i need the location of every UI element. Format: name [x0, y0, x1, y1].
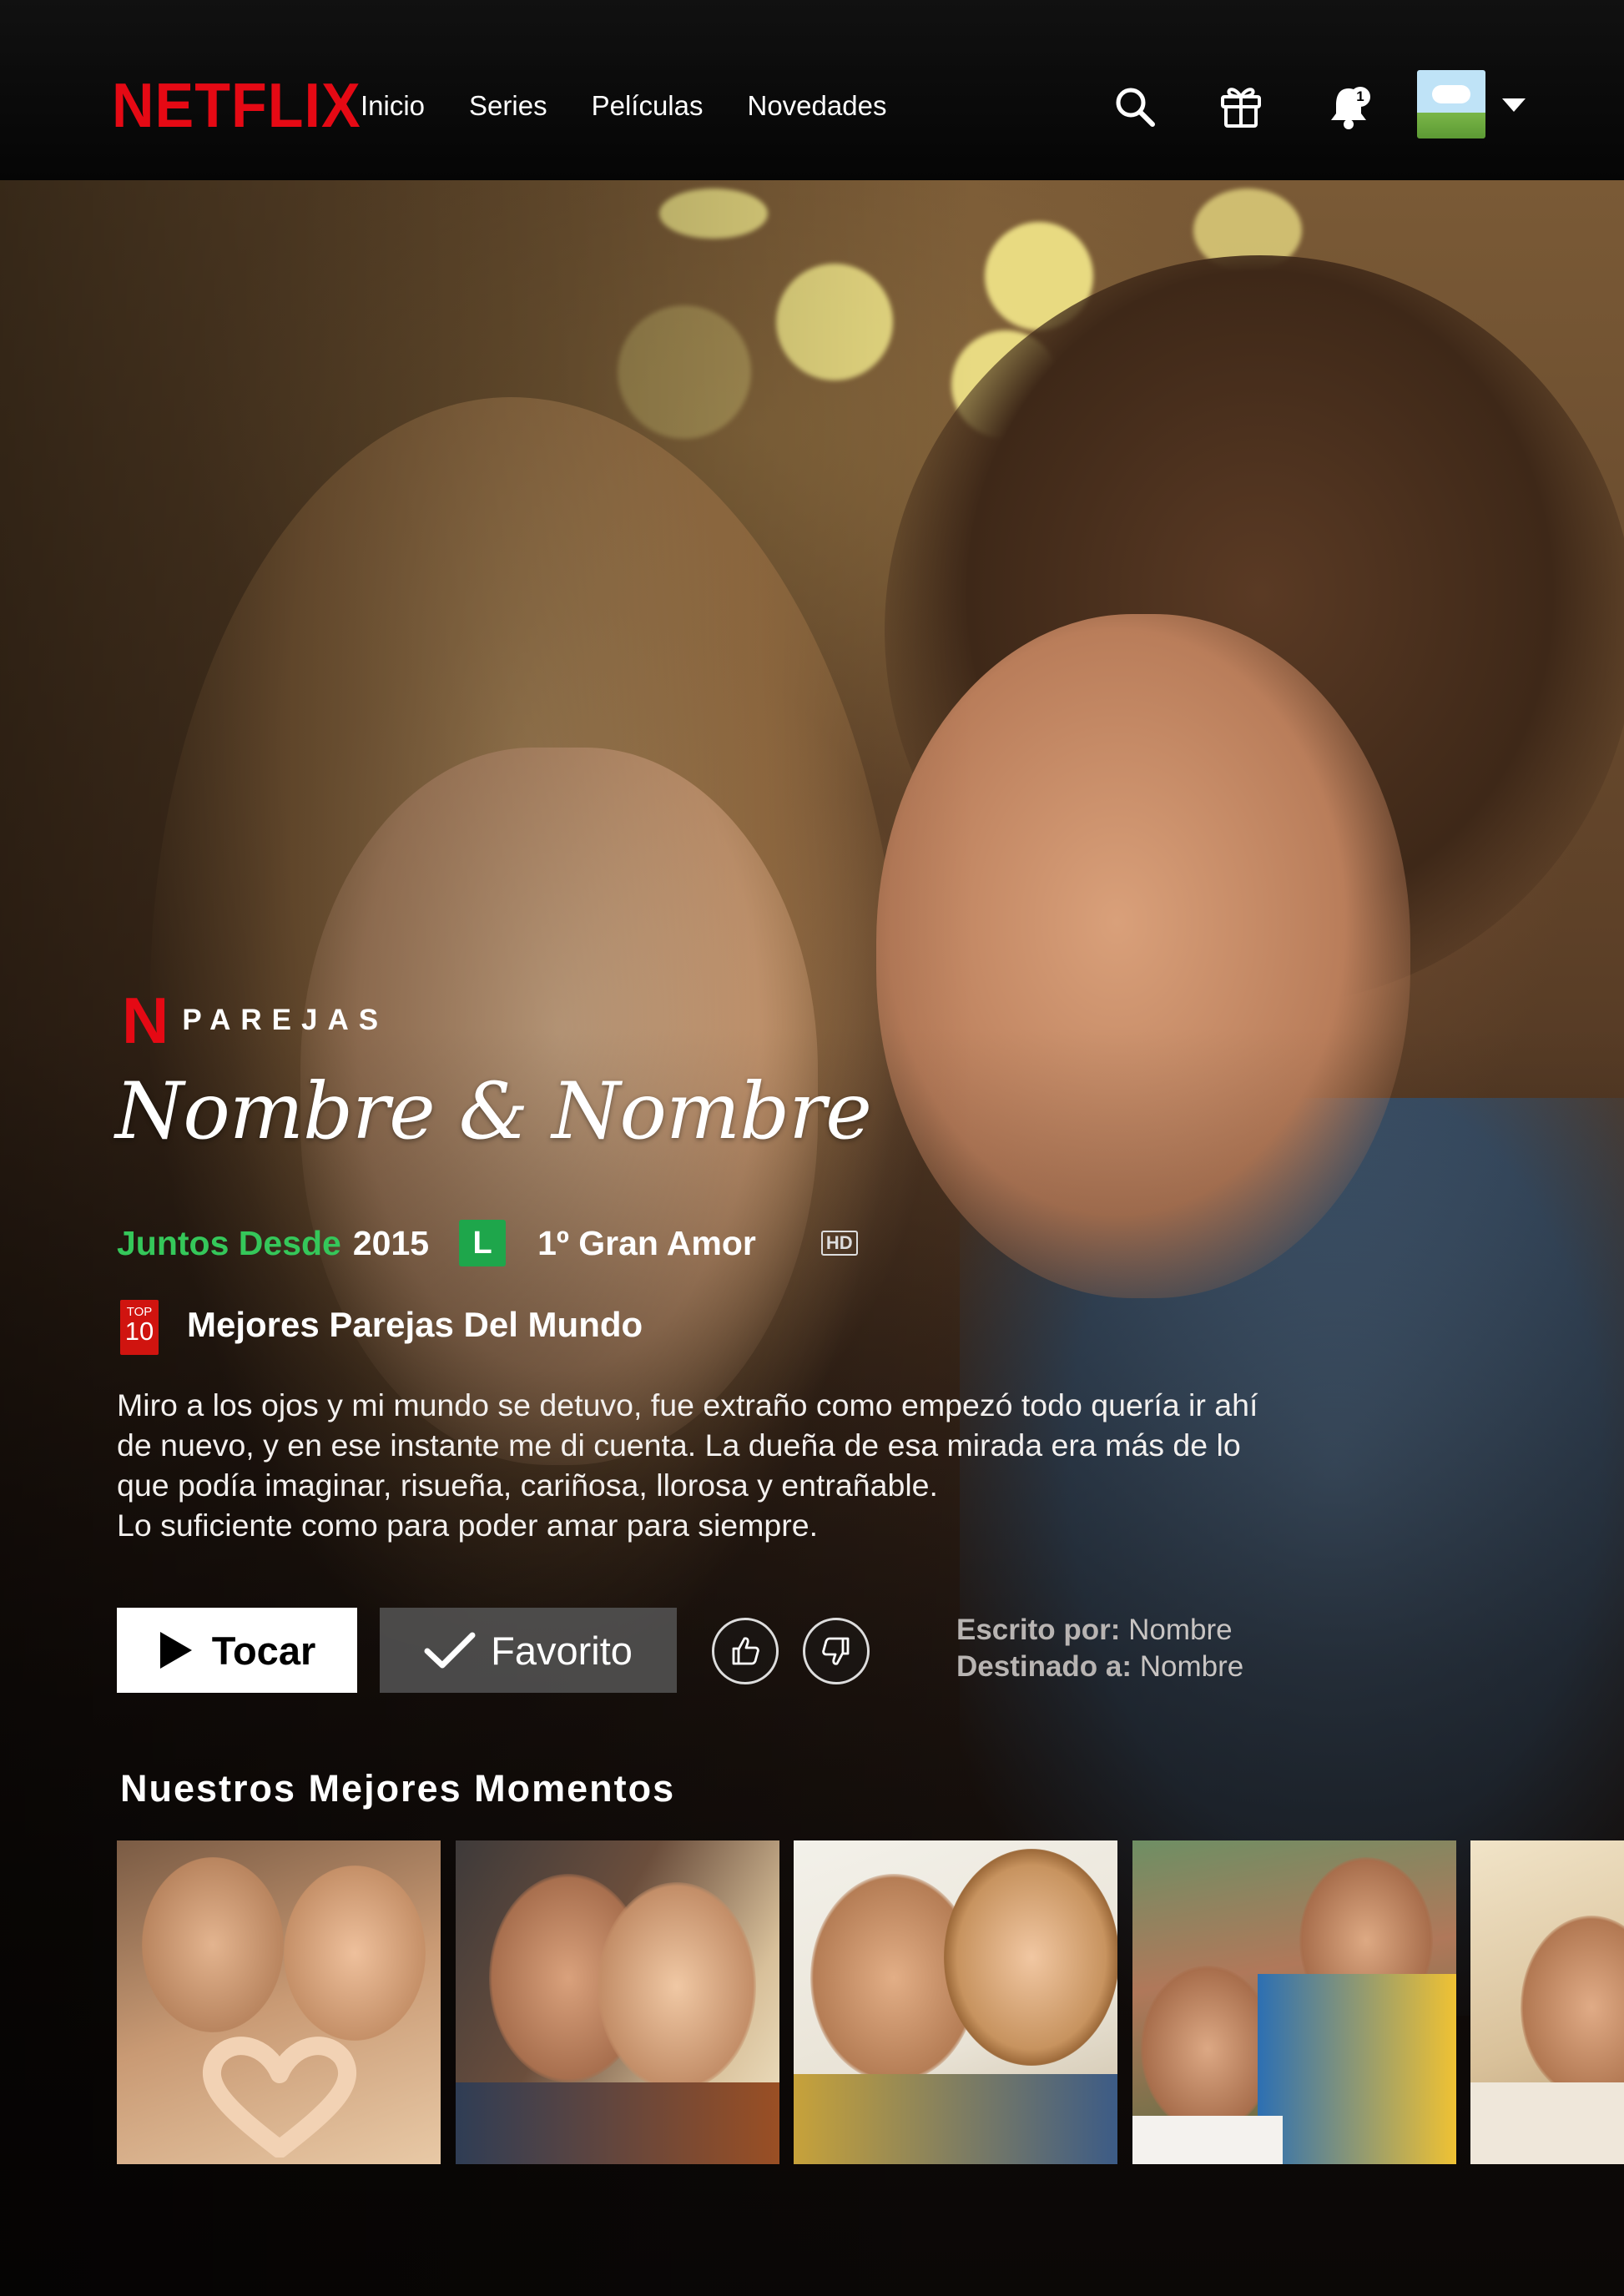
top10-label: Mejores Parejas Del Mundo [187, 1305, 643, 1344]
moment-thumbnail[interactable] [117, 1840, 441, 2164]
destined-to-value: Nombre [1139, 1650, 1244, 1683]
thumbs-down-button[interactable] [803, 1618, 870, 1684]
together-label: Juntos Desde [117, 1223, 341, 1262]
description-line: que podía imaginar, risueña, cariñosa, l… [117, 1468, 938, 1503]
hand-heart-icon [202, 2037, 357, 2158]
meta-row: Juntos Desde 2015 L 1º Gran Amor HD [117, 1220, 858, 1266]
thumbnail-face [944, 1849, 1117, 2066]
description-line: Lo suficiente como para poder amar para … [117, 1508, 819, 1543]
thumbnail-face [142, 1857, 284, 2032]
avatar[interactable] [1417, 70, 1485, 138]
moment-thumbnail[interactable] [456, 1840, 779, 2164]
play-icon [159, 1632, 192, 1669]
thumbnail-face [1141, 1966, 1274, 2132]
thumbnail-clothes [1470, 2082, 1624, 2164]
thumbnail-clothes [456, 2082, 779, 2164]
nav-item-peliculas[interactable]: Películas [592, 90, 704, 122]
thumbnail-face [284, 1866, 426, 2041]
nav-item-novedades[interactable]: Novedades [748, 90, 887, 122]
description-line: de nuevo, y en ese instante me di cuenta… [117, 1427, 1241, 1463]
credits-written-row: Escrito por: Nombre [956, 1612, 1243, 1649]
thumbs-down-icon [822, 1637, 850, 1665]
play-button-label: Tocar [211, 1628, 316, 1673]
credits: Escrito por: Nombre Destinado a: Nombre [956, 1612, 1243, 1685]
credits-for-row: Destinado a: Nombre [956, 1649, 1243, 1685]
thumbnail-clothes [794, 2074, 1117, 2164]
top10-number: 10 [124, 1317, 154, 1346]
nav-item-inicio[interactable]: Inicio [361, 90, 425, 122]
moment-thumbnail[interactable] [1470, 1840, 1624, 2164]
moment-thumbnail[interactable] [1132, 1840, 1456, 2164]
check-icon [424, 1632, 476, 1669]
top-navigation-bar: NETFLIX Inicio Series Películas Novedade… [0, 0, 1624, 180]
chevron-down-icon[interactable] [1502, 98, 1526, 112]
destined-to-label: Destinado a: [956, 1650, 1132, 1683]
moment-thumbnail[interactable] [794, 1840, 1117, 2164]
description-line: Miro a los ojos y mi mundo se detuvo, fu… [117, 1387, 1258, 1422]
hero-title: Nombre & Nombre [115, 1066, 872, 1157]
row-title: Nuestros Mejores Momentos [120, 1767, 676, 1810]
main-nav: Inicio Series Películas Novedades [361, 90, 886, 122]
thumbnail-face [1521, 1916, 1624, 2099]
nav-item-series[interactable]: Series [469, 90, 547, 122]
notification-count-badge: 1 [1350, 87, 1370, 107]
written-by-value: Nombre [1128, 1614, 1233, 1646]
top10-badge: TOP 10 [120, 1300, 159, 1355]
thumbs-up-button[interactable] [712, 1618, 779, 1684]
thumbnail-face [598, 1882, 756, 2091]
thumbnail-clothes [1258, 1974, 1456, 2164]
gift-icon[interactable] [1220, 83, 1262, 128]
hero-description: Miro a los ojos y mi mundo se detuvo, fu… [117, 1385, 1419, 1545]
netflix-n-icon: N [122, 984, 169, 1057]
search-icon[interactable] [1113, 85, 1157, 128]
netflix-logo[interactable]: NETFLIX [112, 69, 361, 141]
favorite-button-label: Favorito [491, 1628, 633, 1673]
category-row: N PAREJAS [122, 988, 388, 1053]
play-button[interactable]: Tocar [117, 1608, 357, 1693]
category-label: PAREJAS [182, 1004, 389, 1036]
tag-label: 1º Gran Amor [537, 1223, 756, 1262]
favorite-button[interactable]: Favorito [380, 1608, 677, 1693]
thumbnail-clothes [1132, 2116, 1283, 2164]
written-by-label: Escrito por: [956, 1614, 1121, 1646]
rating-badge: L [459, 1220, 507, 1266]
avatar-cloud [1432, 85, 1470, 103]
thumbs-up-icon [732, 1637, 759, 1665]
year-value: 2015 [352, 1223, 430, 1262]
hd-badge: HD [820, 1231, 858, 1256]
